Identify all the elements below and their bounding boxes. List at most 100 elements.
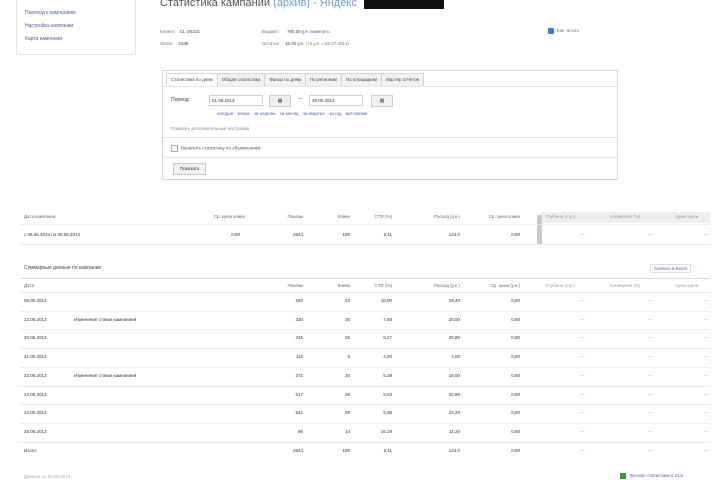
cell-cost: 20,80 <box>448 335 460 341</box>
daily-table-header: Дата Показы Клики CTR (%) Расход (у.е.) … <box>20 281 710 291</box>
campaign-status: (архив) - Яндекс <box>273 0 357 9</box>
cell-clicks: 26 <box>344 335 350 341</box>
tab-daily[interactable]: Статистика по дням <box>166 73 218 87</box>
cell-goal-cost: — <box>704 447 709 453</box>
quick-link-quarter[interactable]: за квартал <box>303 111 325 116</box>
cell-avg: 0,80 <box>511 298 520 303</box>
client-value: CL-20215 <box>179 29 200 34</box>
col-header: Ср. цена клика <box>488 214 520 219</box>
help-label: Как читать <box>557 28 580 34</box>
help-link[interactable]: Как читать <box>548 28 579 34</box>
cell-shows: 372 <box>295 372 303 378</box>
ads-stats-checkbox-label: Включить статистику по объявлениям <box>181 145 261 151</box>
cell-goal-cost: — <box>704 354 709 360</box>
summary-period: с 06.06.2013 по 30.06.2013 <box>24 232 80 237</box>
row-divider <box>20 385 710 387</box>
filter-panel: Статистика по дням Общая статистика Фраз… <box>162 70 618 180</box>
table-row: 25.06.2013 86 14 16,28 11,20 0,80 — — — <box>20 427 710 437</box>
table-row: 20.06.2013 415 26 6,27 20,80 0,80 — — — <box>20 333 710 343</box>
quick-link-yesterday[interactable]: вчера <box>238 111 250 116</box>
redacted-block <box>363 0 444 10</box>
meta-client: Клиент: CL-20215 <box>160 29 200 34</box>
table-row: 22.06.2013 Изменение ставок кампанией 372 2… <box>20 371 710 381</box>
row-divider <box>20 244 710 245</box>
calendar-to-button[interactable]: ▦ <box>371 95 393 107</box>
ads-stats-checkbox[interactable] <box>171 145 178 152</box>
date-to-input[interactable]: 30.06.2013 <box>309 95 363 106</box>
cell-date: 21.06.2013 <box>24 354 47 360</box>
cell-goal-cost: — <box>704 316 709 322</box>
quick-link-all[interactable]: всё время <box>346 111 367 116</box>
sidebar-item-campaigns[interactable]: Переход к кампаниям <box>25 10 76 16</box>
cell-depth: — <box>580 391 585 397</box>
tab-general[interactable]: Общая статистика <box>216 73 266 87</box>
cell-goal-cost: — <box>704 410 709 416</box>
cell-goal-cost: — <box>704 335 709 341</box>
cell-note: Изменение ставок кампанией <box>74 316 137 322</box>
cell-date: 06.06.2013 <box>24 298 47 303</box>
table-row: 13.06.2013 Изменение ставок кампанией 330 2… <box>20 315 710 325</box>
summary-cost: 144,0 <box>448 232 460 237</box>
tab-report-wizard[interactable]: Мастер отчётов <box>380 73 424 87</box>
cell-cost: 11,20 <box>449 428 460 434</box>
cell-clicks: 14 <box>344 428 350 434</box>
cell-ctr: 5,38 <box>383 372 392 378</box>
budget-change-link[interactable]: изменить <box>310 29 330 34</box>
table-row: 06.06.2013 230 23 10,00 18,40 0,80 — — — <box>20 296 710 306</box>
cell-cost: 4,00 <box>451 354 460 360</box>
quick-link-today[interactable]: сегодня <box>217 111 233 116</box>
tab-phrases[interactable]: Фразы по дням <box>264 73 307 87</box>
cell-avg: 0,80 <box>511 410 520 416</box>
cell-clicks: 180 <box>342 447 350 453</box>
help-icon <box>548 28 554 34</box>
cell-ctr: 4,20 <box>383 354 392 360</box>
cell-goal-cost: — <box>704 372 709 378</box>
cell-shows: 415 <box>295 335 303 341</box>
row-divider <box>20 404 710 406</box>
sidebar-item-map[interactable]: Карта кампании <box>25 36 62 42</box>
footer-export-link[interactable]: Экспорт статистики в XLS <box>620 473 683 479</box>
additional-options-link[interactable]: Показать дополнительные настройки <box>171 126 249 131</box>
col-header: Глубина (стр.) <box>546 214 576 219</box>
cell-date: 25.06.2013 <box>24 428 47 434</box>
row-divider <box>20 310 710 312</box>
col-header: Конверсия (%) <box>610 283 641 288</box>
cell-conversion: — <box>648 372 653 378</box>
cell-ctr: 6,11 <box>383 447 392 453</box>
export-excel-link[interactable]: Скачать в Excel <box>650 264 691 273</box>
cell-depth: — <box>580 372 585 378</box>
quick-link-year[interactable]: за год <box>329 111 341 116</box>
date-from-input[interactable]: 01.06.2013 <box>209 95 263 106</box>
cell-cost: 23,20 <box>448 410 460 416</box>
col-header: Показы <box>287 283 303 288</box>
cell-shows: 517 <box>295 391 303 397</box>
quick-link-week[interactable]: за неделю <box>254 111 276 116</box>
quick-link-month[interactable]: за месяц <box>280 111 299 116</box>
sidebar-item-settings[interactable]: Настройка кампании <box>25 23 73 29</box>
cell-depth: — <box>580 447 585 453</box>
calendar-icon: ▦ <box>379 98 385 104</box>
col-header: Клики <box>337 214 350 219</box>
cell-cost: 16,00 <box>448 372 460 378</box>
cell-avg: 0,80 <box>511 316 520 322</box>
col-header: Дата кампании <box>24 214 56 219</box>
col-header: Расход (у.е.) <box>434 283 460 288</box>
show-button[interactable]: Показать <box>173 163 207 175</box>
col-header: Цена цели <box>676 214 699 219</box>
row-divider <box>20 224 710 225</box>
col-header: Цена цели <box>676 283 699 288</box>
ads-stats-checkbox-row[interactable]: Включить статистику по объявлениям <box>171 145 260 152</box>
sidebar: Переход к кампаниям Настройка кампании К… <box>16 0 136 55</box>
tab-regions[interactable]: По регионам <box>305 73 342 87</box>
stats-tabs: Статистика по дням Общая статистика Фраз… <box>166 73 424 87</box>
cell-clicks: 25 <box>344 316 350 322</box>
col-header: CTR (%) <box>374 214 393 219</box>
cell-depth: — <box>580 316 585 322</box>
summary-table-header: Дата кампании Ср. цена клика Показы Клик… <box>20 212 710 222</box>
tab-sites[interactable]: По площадкам <box>340 73 382 87</box>
budget-label: Бюджет: <box>262 29 280 34</box>
col-header: Клики <box>337 283 350 288</box>
cell-conversion: — <box>648 335 653 341</box>
calendar-from-button[interactable]: ▦ <box>269 95 291 107</box>
summary-shows: 2944 <box>292 232 303 237</box>
